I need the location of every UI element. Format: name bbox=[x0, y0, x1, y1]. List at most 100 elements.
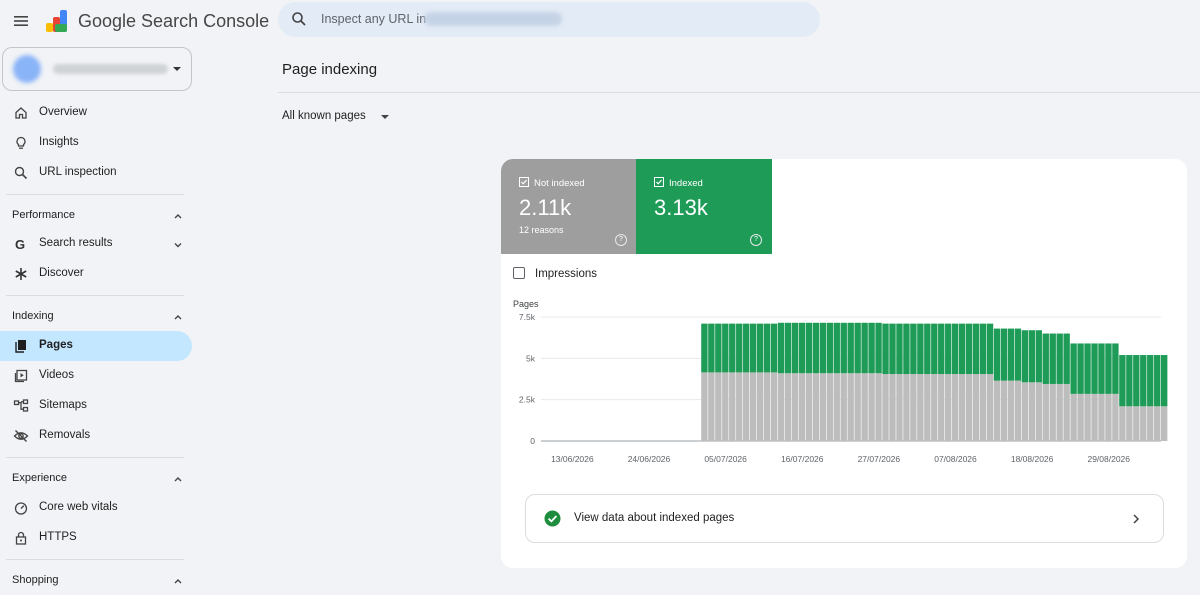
bar-not-indexed bbox=[736, 372, 743, 441]
bar-not-indexed bbox=[903, 374, 910, 441]
bar-indexed bbox=[756, 323, 764, 373]
bar-not-indexed bbox=[945, 374, 952, 441]
sitemap-icon bbox=[13, 398, 29, 414]
section-title: Performance bbox=[12, 209, 75, 221]
bar-indexed bbox=[819, 322, 827, 374]
gauge-icon bbox=[13, 500, 29, 516]
bar-not-indexed bbox=[770, 372, 778, 441]
nav-label: Videos bbox=[39, 369, 74, 381]
section-performance[interactable]: Performance bbox=[0, 200, 192, 230]
bar-indexed bbox=[805, 322, 813, 374]
y-tick-label: 2.5k bbox=[519, 395, 536, 405]
bar-indexed bbox=[1161, 355, 1168, 407]
bar-not-indexed bbox=[1154, 406, 1161, 441]
bar-not-indexed bbox=[1084, 393, 1091, 441]
bar-indexed bbox=[729, 323, 736, 373]
nav-sitemaps[interactable]: Sitemaps bbox=[0, 391, 192, 421]
search-console-logo bbox=[44, 8, 72, 34]
bar-indexed bbox=[889, 323, 896, 375]
search-input[interactable]: Inspect any URL in bbox=[321, 12, 426, 26]
nav-search-results[interactable]: G Search results bbox=[0, 229, 192, 259]
section-shopping[interactable]: Shopping bbox=[0, 565, 192, 595]
bar-indexed bbox=[1028, 330, 1036, 383]
bar-not-indexed bbox=[875, 373, 882, 441]
nav-label: URL inspection bbox=[39, 166, 117, 178]
chevron-up-icon bbox=[172, 209, 184, 221]
bar-indexed bbox=[1077, 343, 1084, 394]
nav-https[interactable]: HTTPS bbox=[0, 523, 192, 553]
tile-label: Indexed bbox=[669, 178, 703, 189]
bar-not-indexed bbox=[798, 373, 806, 441]
page-title: Page indexing bbox=[282, 61, 378, 78]
x-tick-label: 24/06/2026 bbox=[628, 454, 671, 464]
help-icon[interactable]: ? bbox=[750, 234, 762, 246]
bar-indexed bbox=[1147, 355, 1154, 407]
help-icon[interactable]: ? bbox=[615, 234, 627, 246]
nav-pages[interactable]: Pages bbox=[0, 331, 192, 361]
not-indexed-tile[interactable]: Not indexed 2.11k 12 reasons ? bbox=[501, 159, 636, 254]
nav-videos[interactable]: Videos bbox=[0, 361, 192, 391]
bar-not-indexed bbox=[1133, 406, 1140, 441]
bar-not-indexed bbox=[1014, 380, 1022, 441]
bar-indexed bbox=[1007, 328, 1015, 381]
property-selector[interactable] bbox=[2, 47, 192, 91]
redacted-property-name bbox=[53, 64, 168, 74]
indexed-count: 3.13k bbox=[654, 195, 708, 220]
bar-indexed bbox=[938, 323, 945, 375]
bar-not-indexed bbox=[763, 372, 771, 441]
nav-overview[interactable]: Overview bbox=[0, 98, 192, 128]
checkbox-checked-icon[interactable] bbox=[654, 177, 664, 187]
section-experience[interactable]: Experience bbox=[0, 463, 192, 493]
home-icon bbox=[13, 105, 29, 121]
bar-indexed bbox=[931, 323, 938, 375]
chevron-down-icon[interactable] bbox=[172, 238, 184, 250]
bar-indexed bbox=[965, 323, 973, 375]
nav-insights[interactable]: Insights bbox=[0, 128, 192, 158]
bar-not-indexed bbox=[715, 372, 722, 441]
bar-indexed bbox=[749, 323, 757, 373]
bar-indexed bbox=[736, 323, 743, 373]
dropdown-arrow-icon[interactable] bbox=[381, 115, 389, 119]
bar-not-indexed bbox=[979, 374, 987, 441]
bar-indexed bbox=[784, 322, 792, 374]
bar-not-indexed bbox=[910, 374, 917, 441]
bar-indexed bbox=[917, 323, 924, 375]
bar-not-indexed bbox=[1000, 380, 1008, 441]
bar-not-indexed bbox=[938, 374, 945, 441]
nav-discover[interactable]: Discover bbox=[0, 259, 192, 289]
bar-not-indexed bbox=[722, 372, 729, 441]
bar-indexed bbox=[1126, 355, 1133, 407]
view-data-label: View data about indexed pages bbox=[574, 512, 735, 524]
nav-label: Sitemaps bbox=[39, 399, 87, 411]
lightbulb-icon bbox=[13, 135, 29, 151]
url-inspect-search[interactable]: Inspect any URL in bbox=[278, 2, 820, 37]
y-tick-label: 0 bbox=[530, 436, 535, 446]
nav-core-web-vitals[interactable]: Core web vitals bbox=[0, 493, 192, 523]
nav-divider bbox=[6, 295, 184, 296]
hamburger-icon[interactable] bbox=[12, 12, 30, 30]
checkbox-checked-icon[interactable] bbox=[519, 177, 529, 187]
nav-url-inspection[interactable]: URL inspection bbox=[0, 158, 192, 188]
bar-indexed bbox=[701, 323, 708, 373]
view-indexed-pages-button[interactable]: View data about indexed pages bbox=[525, 494, 1164, 543]
bar-indexed bbox=[1105, 343, 1112, 394]
not-indexed-reasons: 12 reasons bbox=[519, 225, 564, 235]
bar-indexed bbox=[1154, 355, 1161, 407]
search-icon bbox=[13, 165, 29, 181]
nav-removals[interactable]: Removals bbox=[0, 421, 192, 451]
pages-filter-dropdown[interactable]: All known pages bbox=[282, 110, 366, 122]
bar-not-indexed bbox=[1119, 406, 1126, 441]
indexed-tile[interactable]: Indexed 3.13k ? bbox=[636, 159, 772, 254]
google-g-icon: G bbox=[13, 236, 29, 252]
bar-indexed bbox=[924, 323, 931, 375]
section-title: Shopping bbox=[12, 574, 59, 586]
bar-indexed bbox=[715, 323, 722, 373]
bar-not-indexed bbox=[882, 374, 889, 441]
section-title: Experience bbox=[12, 472, 68, 484]
section-indexing[interactable]: Indexing bbox=[0, 301, 192, 331]
bar-indexed bbox=[1049, 333, 1056, 384]
bar-indexed bbox=[798, 322, 806, 374]
bar-not-indexed bbox=[784, 373, 792, 441]
impressions-checkbox[interactable] bbox=[513, 267, 525, 279]
bar-indexed bbox=[854, 322, 861, 374]
